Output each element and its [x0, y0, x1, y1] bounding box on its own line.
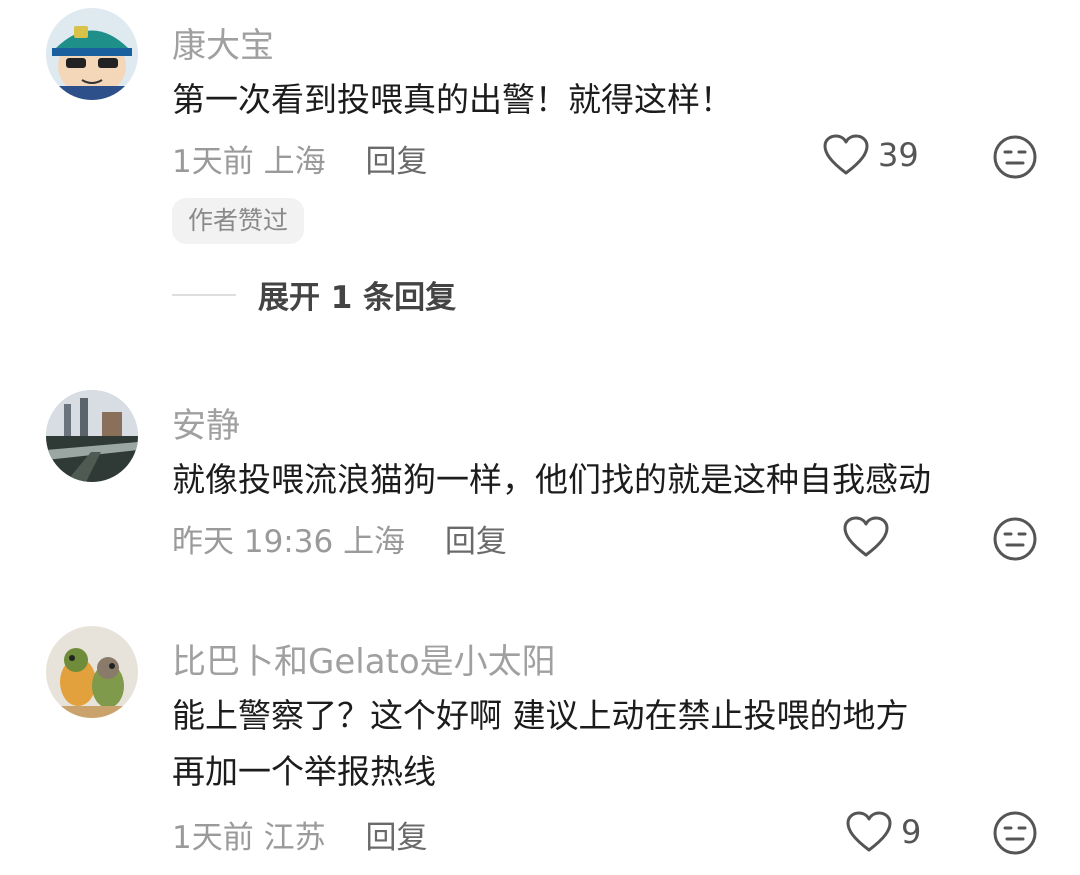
heart-icon: [843, 516, 889, 557]
comment-text: 就像投喂流浪猫狗一样，他们找的就是这种自我感动: [172, 452, 931, 508]
username[interactable]: 安静: [172, 398, 240, 447]
comment-time: 1天前: [172, 820, 254, 856]
dislike-button[interactable]: [992, 810, 1038, 856]
comment-location: 江苏: [263, 820, 326, 856]
username[interactable]: 比巴卜和Gelato是小太阳: [172, 634, 556, 683]
expand-replies-label[interactable]: 展开 1 条回复: [258, 272, 456, 317]
comment-time: 昨天 19:36: [172, 524, 334, 560]
dislike-button[interactable]: [992, 134, 1038, 180]
reply-button[interactable]: 回复: [365, 820, 427, 856]
avatar[interactable]: [46, 8, 138, 100]
username[interactable]: 康大宝: [172, 18, 274, 67]
divider-line: [172, 293, 236, 296]
reply-button[interactable]: 回复: [445, 524, 507, 560]
comment-meta: 昨天 19:36 上海 回复: [172, 516, 507, 561]
comment-text-line: 就像投喂流浪猫狗一样，他们找的就是这种自我感动: [172, 460, 931, 499]
like-button[interactable]: 39: [822, 133, 919, 177]
like-count: 9: [901, 813, 922, 851]
like-button[interactable]: 9: [845, 810, 921, 854]
like-count: 39: [878, 136, 919, 174]
comment-meta: 1天前 江苏 回复: [172, 812, 427, 857]
comment-location: 上海: [263, 144, 326, 180]
like-button[interactable]: [842, 515, 898, 559]
comment-text: 能上警察了？这个好啊 建议上动在禁止投喂的地方 再加一个举报热线: [172, 688, 909, 800]
cartoon-police-avatar-icon: [46, 8, 138, 100]
city-skyline-avatar-icon: [46, 390, 138, 482]
comment-text-line: 能上警察了？这个好啊 建议上动在禁止投喂的地方: [172, 696, 909, 735]
comment-location: 上海: [343, 524, 406, 560]
comment-text: 第一次看到投喂真的出警！就得这样！: [172, 72, 733, 128]
neutral-face-icon: [993, 517, 1037, 561]
author-liked-badge: 作者赞过: [172, 198, 305, 244]
neutral-face-icon: [993, 811, 1037, 855]
avatar[interactable]: [46, 626, 138, 718]
heart-icon: [846, 811, 892, 852]
comment-meta: 1天前 上海 回复: [172, 136, 427, 181]
comment-text-line: 第一次看到投喂真的出警！就得这样！: [172, 80, 733, 119]
avatar[interactable]: [46, 390, 138, 482]
comment-text-line: 再加一个举报热线: [172, 752, 436, 791]
expand-replies[interactable]: 展开 1 条回复: [172, 272, 456, 317]
neutral-face-icon: [993, 135, 1037, 179]
heart-icon: [823, 134, 869, 175]
dislike-button[interactable]: [992, 516, 1038, 562]
parrots-avatar-icon: [46, 626, 138, 718]
reply-button[interactable]: 回复: [365, 144, 427, 180]
comment-time: 1天前: [172, 144, 254, 180]
